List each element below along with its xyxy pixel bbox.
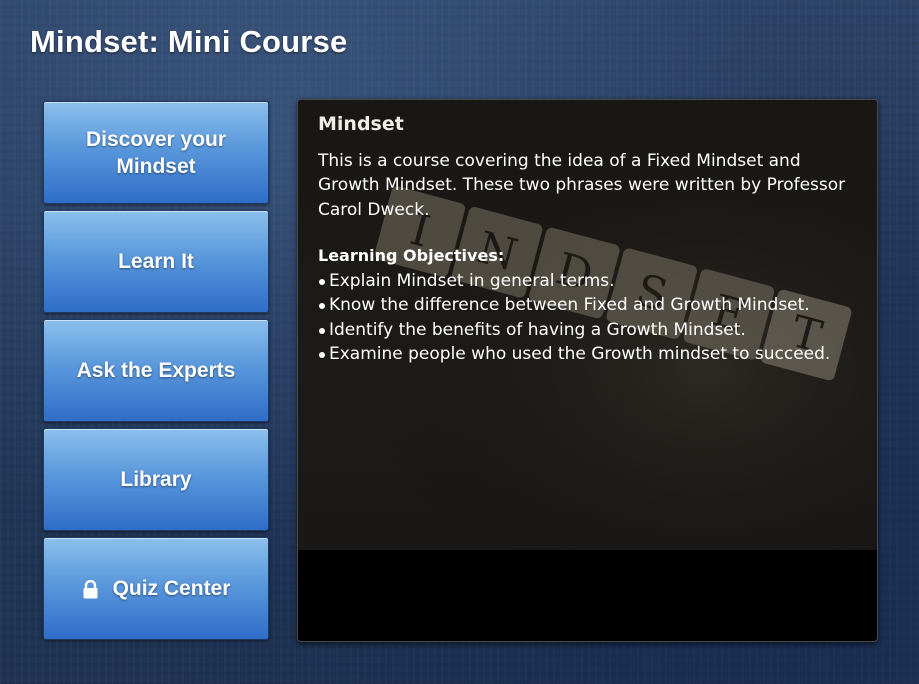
objective-item: Identify the benefits of having a Growth…: [318, 318, 848, 343]
course-title: Mindset: Mini Course: [30, 24, 348, 59]
discover-mindset-label: Discover your Mindset: [85, 127, 227, 178]
library-label: Library: [120, 468, 192, 491]
lock-icon: [82, 579, 99, 599]
objectives-heading: Learning Objectives:: [318, 246, 505, 265]
ask-the-experts-button[interactable]: Ask the Experts: [43, 319, 269, 422]
main-navigation: Discover your Mindset Learn It Ask the E…: [43, 101, 269, 646]
ask-the-experts-label: Ask the Experts: [76, 359, 236, 382]
content-panel: I N D S E T Mindset This is a course cov…: [297, 99, 878, 642]
content-heading: Mindset: [318, 113, 404, 135]
quiz-center-label: Quiz Center: [112, 577, 231, 600]
learn-it-label: Learn It: [118, 250, 194, 273]
objectives-list: Explain Mindset in general terms. Know t…: [318, 269, 848, 367]
objective-item: Know the difference between Fixed and Gr…: [318, 293, 848, 318]
discover-mindset-button[interactable]: Discover your Mindset: [43, 101, 269, 204]
objective-item: Examine people who used the Growth minds…: [318, 342, 848, 367]
quiz-center-button[interactable]: Quiz Center: [43, 537, 269, 640]
learn-it-button[interactable]: Learn It: [43, 210, 269, 313]
objective-item: Explain Mindset in general terms.: [318, 269, 848, 294]
content-text: Mindset This is a course covering the id…: [318, 112, 848, 367]
library-button[interactable]: Library: [43, 428, 269, 531]
course-description: This is a course covering the idea of a …: [318, 150, 846, 220]
